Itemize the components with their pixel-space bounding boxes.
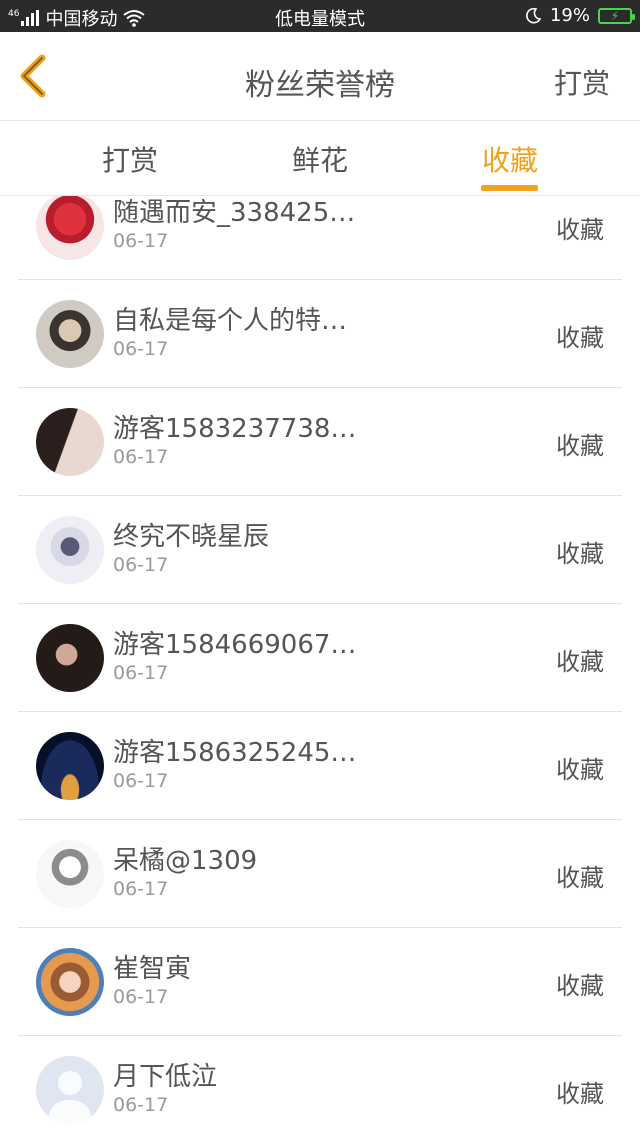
list-item[interactable]: 自私是每个人的特… 06-17 收藏 [18,280,622,388]
list-item[interactable]: 崔智寅 06-17 收藏 [18,928,622,1036]
avatar [36,624,104,692]
favorite-date: 06-17 [113,230,169,252]
avatar [36,840,104,908]
favorite-label: 收藏 [556,756,604,784]
list-item[interactable]: 游客1583237738… 06-17 收藏 [18,388,622,496]
avatar [36,408,104,476]
user-name: 终究不晓星辰 [113,522,270,552]
user-name: 月下低泣 [113,1062,218,1092]
tab-reward[interactable]: 打赏 [60,139,200,179]
list-item[interactable]: 呆橘@1309 06-17 收藏 [18,820,622,928]
favorite-date: 06-17 [113,662,169,684]
favorite-label: 收藏 [556,324,604,352]
list-item[interactable]: 终究不晓星辰 06-17 收藏 [18,496,622,604]
list-item[interactable]: 游客1584669067… 06-17 收藏 [18,604,622,712]
favorite-label: 收藏 [556,432,604,460]
tab-bar: 打赏 鲜花 收藏 [0,121,640,196]
avatar [36,1056,104,1124]
nav-bar: 粉丝荣誉榜 打赏 [0,32,640,121]
reward-button[interactable]: 打赏 [554,62,610,102]
favorite-date: 06-17 [113,878,169,900]
favorite-label: 收藏 [556,216,604,244]
favorite-date: 06-17 [113,986,169,1008]
favorite-label: 收藏 [556,864,604,892]
avatar [36,732,104,800]
favorite-date: 06-17 [113,1094,169,1116]
favorite-date: 06-17 [113,446,169,468]
tab-active-indicator [481,185,538,191]
favorite-label: 收藏 [556,648,604,676]
page-title: 粉丝荣誉榜 [245,68,395,103]
avatar [36,196,104,260]
favorite-date: 06-17 [113,338,169,360]
avatar [36,516,104,584]
avatar [36,300,104,368]
favorite-label: 收藏 [556,972,604,1000]
list-item[interactable]: 月下低泣 06-17 收藏 [18,1036,622,1138]
moon-icon [526,7,542,23]
user-name: 游客1584669067… [113,630,357,660]
status-right: 19% ⚡ [524,5,635,26]
favorite-date: 06-17 [113,554,169,576]
avatar [36,948,104,1016]
default-avatar-icon [48,1071,92,1124]
status-bar: 46 中国移动 低电量模式 19% ⚡ [0,0,640,32]
favorite-date: 06-17 [113,770,169,792]
user-name: 自私是每个人的特… [113,306,348,336]
fan-list[interactable]: 随遇而安_338425… 06-17 收藏 自私是每个人的特… 06-17 收藏… [0,196,640,1138]
user-name: 游客1586325245… [113,738,357,768]
user-name: 游客1583237738… [113,414,357,444]
tab-flowers[interactable]: 鲜花 [250,139,390,179]
favorite-label: 收藏 [556,540,604,568]
favorite-label: 收藏 [556,1080,604,1108]
user-name: 随遇而安_338425… [113,198,356,228]
battery-charging-icon: ⚡ [598,7,635,24]
user-name: 崔智寅 [113,954,192,984]
list-item[interactable]: 随遇而安_338425… 06-17 收藏 [18,196,622,280]
battery-percent: 19% [549,5,590,26]
user-name: 呆橘@1309 [113,846,258,876]
tab-favorites[interactable]: 收藏 [440,139,580,179]
list-item[interactable]: 游客1586325245… 06-17 收藏 [18,712,622,820]
